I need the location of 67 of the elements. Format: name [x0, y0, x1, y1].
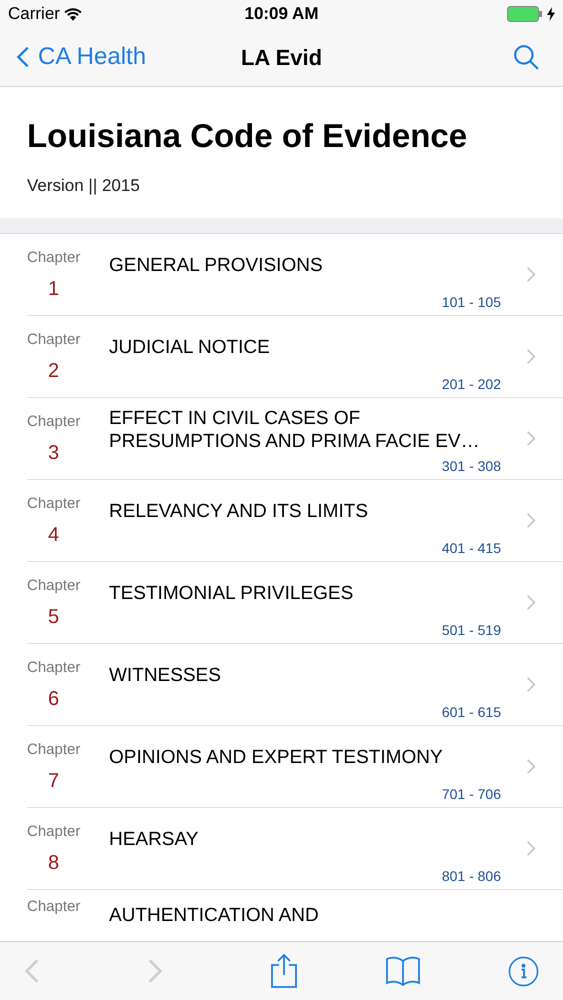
share-icon[interactable] — [270, 953, 298, 989]
version-label: Version || 2015 — [27, 174, 141, 197]
chapter-label: Chapter — [27, 576, 80, 596]
chapter-title: WITNESSES — [109, 664, 221, 687]
page-title: Louisiana Code of Evidence — [27, 116, 468, 156]
chapter-label: Chapter — [27, 822, 80, 842]
chapter-title: AUTHENTICATION AND — [109, 904, 319, 928]
chevron-icon — [526, 512, 536, 529]
chapter-number: 2 — [48, 358, 60, 384]
chapter-label: Chapter — [27, 658, 80, 678]
chapter-title: GENERAL PROVISIONS — [109, 254, 323, 277]
chapter-label: Chapter — [27, 248, 80, 268]
chapter-number: 1 — [48, 276, 60, 302]
chapter-row[interactable]: Chapter 5 TESTIMONIAL PRIVILEGES 501 - 519 — [27, 562, 563, 644]
chapter-title: OPINIONS AND EXPERT TESTIMONY — [109, 746, 443, 769]
chapter-title: TESTIMONIAL PRIVILEGES — [109, 582, 354, 605]
info-icon[interactable] — [508, 956, 539, 986]
chapter-label: Chapter — [27, 494, 80, 514]
section-range: 201 - 202 — [442, 375, 501, 394]
chapter-row[interactable]: Chapter 4 RELEVANCY AND ITS LIMITS 401 - 415 — [27, 480, 563, 562]
chevron-icon — [526, 840, 536, 857]
section-range: 101 - 105 — [442, 293, 501, 312]
chapter-number: 4 — [48, 522, 60, 548]
section-range: 701 - 706 — [442, 785, 501, 804]
chapter-number: 8 — [48, 850, 60, 876]
chapter-title: HEARSAY — [109, 828, 198, 851]
chevron-icon — [526, 594, 536, 611]
chapter-number: 6 — [48, 686, 60, 712]
chapter-number: 7 — [48, 768, 60, 794]
chapter-number: 5 — [48, 604, 60, 630]
chevron-icon — [526, 758, 536, 775]
chevron-right-icon — [147, 957, 163, 985]
chapter-row[interactable]: Chapter 2 JUDICIAL NOTICE 201 - 202 — [27, 316, 563, 398]
chevron-icon — [526, 348, 536, 365]
section-range: 501 - 519 — [442, 621, 501, 640]
chapter-label: Chapter — [27, 330, 80, 350]
chapter-title: EFFECT IN CIVIL CASES OF PRESUMPTIONS AND PRIMA FACIE EV… — [109, 406, 481, 452]
nav-title: LA Evid — [240, 44, 322, 72]
section-range: 301 - 308 — [442, 457, 501, 476]
chapter-label: Chapter — [27, 740, 80, 760]
battery-icon — [506, 6, 543, 22]
chapter-number: 3 — [48, 440, 60, 466]
chapter-row[interactable]: Chapter 7 OPINIONS AND EXPERT TESTIMONY 701 - 706 — [27, 726, 563, 808]
clock-time: 10:09 AM — [244, 3, 318, 26]
chapter-label: Chapter — [27, 897, 82, 917]
chapter-row[interactable]: Chapter 1 GENERAL PROVISIONS 101 - 105 — [27, 234, 563, 316]
chapter-title: JUDICIAL NOTICE — [109, 336, 270, 359]
chevron-icon — [526, 676, 536, 693]
charging-icon — [546, 7, 555, 21]
wifi-icon — [64, 8, 82, 20]
chapter-label: Chapter — [27, 412, 80, 432]
back-icon — [16, 45, 30, 69]
chapter-row[interactable]: Chapter AUTHENTICATION AND — [27, 890, 563, 938]
carrier-label: Carrier — [8, 3, 60, 26]
back-button[interactable]: CA Health — [16, 39, 146, 75]
book-icon[interactable] — [385, 955, 421, 987]
chapter-row[interactable]: Chapter 6 WITNESSES 601 - 615 — [27, 644, 563, 726]
chevron-icon — [526, 266, 536, 283]
section-range: 401 - 415 — [442, 539, 501, 558]
chapter-row[interactable]: Chapter 8 HEARSAY 801 - 806 — [27, 808, 563, 890]
section-range: 801 - 806 — [442, 867, 501, 886]
chevron-left-icon — [24, 957, 40, 985]
chapter-title: RELEVANCY AND ITS LIMITS — [109, 500, 368, 523]
chapter-row[interactable]: Chapter 3 EFFECT IN CIVIL CASES OF PRESUMPTIONS AND PRIMA FACIE EV… 301 - 308 — [27, 398, 563, 480]
search-icon[interactable] — [513, 44, 539, 70]
section-range: 601 - 615 — [442, 703, 501, 722]
chevron-icon — [526, 430, 536, 447]
